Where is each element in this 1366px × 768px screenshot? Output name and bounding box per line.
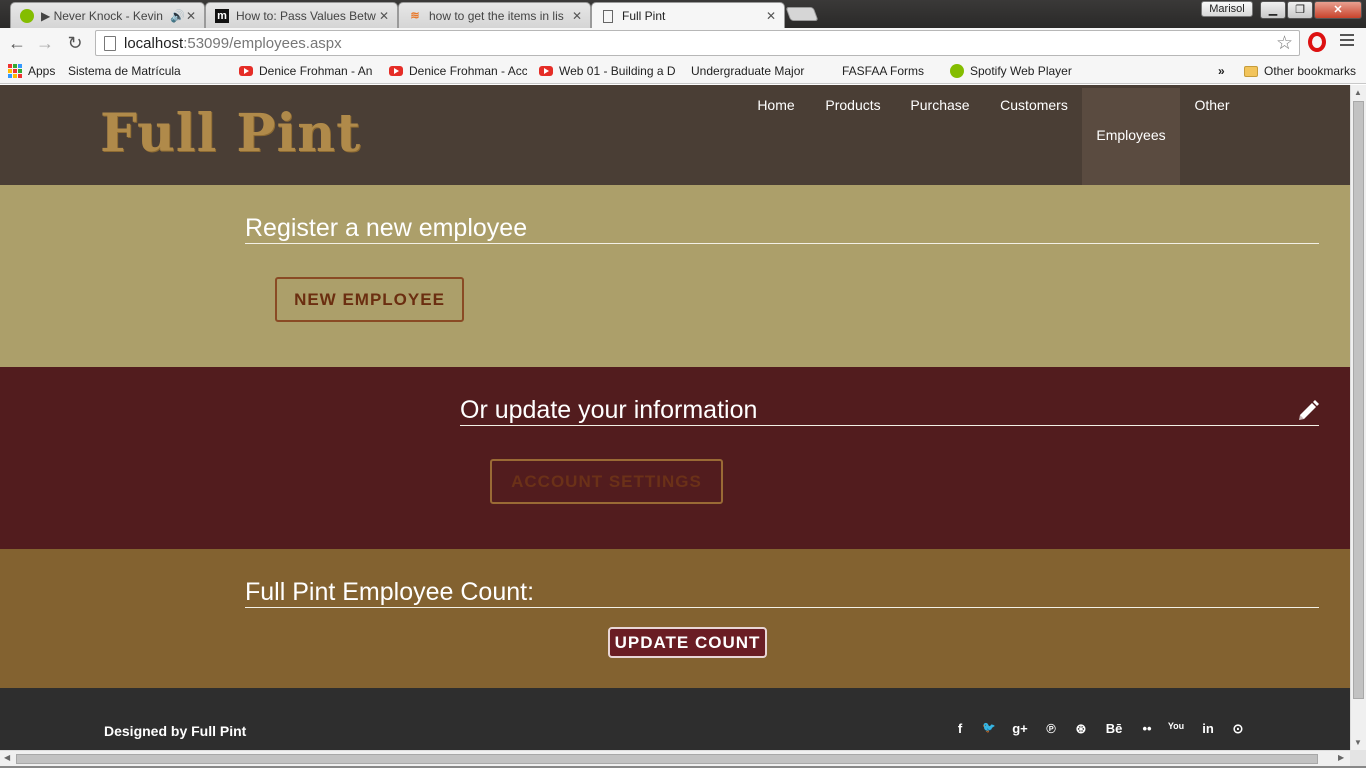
site-footer: Designed by Full Pint f 🐦 g+ ℗ ⊛ Bē •• Y…: [0, 688, 1350, 750]
youtube-icon: [239, 66, 253, 76]
scroll-left-icon[interactable]: ◀: [4, 753, 10, 762]
new-employee-button[interactable]: NEW EMPLOYEE: [275, 277, 464, 322]
scroll-thumb[interactable]: [1353, 101, 1364, 699]
tab-title: ▶ Never Knock - Kevin: [41, 8, 163, 23]
speaker-icon: 🔊: [170, 8, 185, 23]
scroll-right-icon[interactable]: ▶: [1338, 753, 1344, 762]
bookmark-apps[interactable]: Apps: [8, 62, 55, 80]
account-settings-button[interactable]: ACCOUNT SETTINGS: [490, 459, 723, 504]
bookmark-label: Spotify Web Player: [970, 64, 1072, 78]
page-viewport: Full Pint Home Products Purchase Custome…: [0, 85, 1350, 750]
bookmark-label: Undergraduate Major: [691, 64, 805, 78]
bookmark-fasfaa[interactable]: FASFAA Forms: [842, 62, 924, 80]
youtube-icon: [539, 66, 553, 76]
employee-count-section: Full Pint Employee Count: UPDATE COUNT: [0, 549, 1350, 688]
pinterest-icon[interactable]: ℗: [1041, 721, 1061, 736]
bookmark-label: Web 01 - Building a D: [559, 64, 676, 78]
bookmark-spotify[interactable]: Spotify Web Player: [950, 62, 1072, 80]
page-icon: [600, 8, 616, 24]
linkedin-icon[interactable]: in: [1198, 721, 1218, 736]
page-icon: [104, 35, 116, 51]
bookmark-denice-1[interactable]: Denice Frohman - An: [239, 62, 377, 80]
close-icon[interactable]: ✕: [184, 9, 198, 23]
register-title: Register a new employee: [245, 213, 1319, 244]
tab-get-items[interactable]: ≋ how to get the items in lis ✕: [398, 2, 591, 28]
tab-title: Full Pint: [622, 9, 666, 23]
nav-other[interactable]: Other: [1182, 85, 1242, 185]
tab-full-pint[interactable]: Full Pint ✕: [591, 2, 785, 29]
minimize-button[interactable]: ▁: [1260, 1, 1286, 19]
nav-employees[interactable]: Employees: [1082, 88, 1180, 185]
behance-icon[interactable]: Bē: [1104, 721, 1124, 736]
update-title: Or update your information: [460, 395, 1319, 426]
flickr-icon[interactable]: ••: [1137, 721, 1157, 736]
bookmark-undergraduate[interactable]: Undergraduate Major: [691, 62, 829, 80]
dribbble-icon[interactable]: ⊛: [1071, 721, 1091, 737]
github-icon[interactable]: ⊙: [1228, 721, 1248, 737]
bookmark-label: Apps: [28, 64, 56, 78]
bookmark-sistema[interactable]: Sistema de Matrícula: [68, 62, 181, 80]
opera-extension-icon[interactable]: [1308, 32, 1326, 52]
site-logo[interactable]: Full Pint: [100, 103, 361, 164]
close-icon[interactable]: ✕: [377, 9, 391, 23]
footer-credit: Designed by Full Pint: [104, 723, 247, 739]
spotify-icon: [950, 64, 964, 78]
bookmarks-overflow-button[interactable]: »: [1218, 62, 1225, 80]
bookmark-label: Denice Frohman - Acc: [409, 64, 527, 78]
bookmark-web01[interactable]: Web 01 - Building a D: [539, 62, 677, 80]
tab-title: how to get the items in lis: [429, 8, 564, 23]
vertical-scrollbar[interactable]: ▲ ▼: [1350, 85, 1366, 750]
facebook-icon[interactable]: f: [950, 721, 970, 736]
profile-button[interactable]: Marisol: [1201, 1, 1253, 17]
folder-icon: [1244, 65, 1258, 77]
url-host: localhost: [124, 34, 184, 52]
bookmark-label: FASFAA Forms: [842, 64, 925, 78]
nav-home[interactable]: Home: [742, 85, 810, 185]
bookmark-denice-2[interactable]: Denice Frohman - Acc: [389, 62, 527, 80]
tab-pass-values[interactable]: m How to: Pass Values Betw ✕: [205, 2, 398, 28]
scroll-thumb[interactable]: [16, 754, 1318, 764]
scroll-down-icon[interactable]: ▼: [1354, 738, 1362, 747]
maximize-button[interactable]: ❐: [1287, 1, 1313, 19]
tab-never-knock[interactable]: ▶ Never Knock - Kevin 🔊 ✕: [10, 2, 205, 28]
nav-purchase[interactable]: Purchase: [900, 85, 980, 185]
bookmark-star-icon[interactable]: ☆: [1276, 32, 1293, 55]
close-icon[interactable]: ✕: [570, 9, 584, 23]
browser-toolbar: ← → ↻ localhost:53099/employees.aspx ☆: [0, 28, 1366, 58]
tab-title: How to: Pass Values Betw: [236, 8, 376, 23]
back-button[interactable]: ←: [6, 32, 28, 54]
browser-titlebar: ▶ Never Knock - Kevin 🔊 ✕ m How to: Pass…: [0, 0, 1366, 29]
spotify-icon: [19, 8, 35, 24]
stackoverflow-icon: ≋: [410, 10, 420, 22]
count-title: Full Pint Employee Count:: [245, 577, 1319, 608]
new-tab-button[interactable]: [785, 7, 819, 21]
pencil-icon[interactable]: [1296, 399, 1320, 423]
update-count-button[interactable]: UPDATE COUNT: [608, 627, 767, 658]
close-icon[interactable]: ✕: [764, 9, 778, 23]
register-section: Register a new employee NEW EMPLOYEE: [0, 185, 1350, 367]
close-window-button[interactable]: ✕: [1314, 1, 1362, 19]
horizontal-scrollbar[interactable]: ◀ ▶: [0, 750, 1350, 766]
forward-button[interactable]: →: [34, 32, 56, 54]
bookmark-label: Denice Frohman - An: [259, 64, 373, 78]
scroll-up-icon[interactable]: ▲: [1354, 88, 1362, 97]
nav-customers[interactable]: Customers: [990, 85, 1078, 185]
twitter-icon[interactable]: 🐦: [979, 721, 999, 734]
url-path: :53099/employees.aspx: [183, 34, 342, 52]
bookmark-label: Sistema de Matrícula: [68, 64, 181, 78]
address-bar[interactable]: localhost:53099/employees.aspx ☆: [95, 30, 1300, 56]
m-icon: m: [214, 8, 230, 24]
site-header: Full Pint Home Products Purchase Custome…: [0, 85, 1350, 185]
youtube-icon: [389, 66, 403, 76]
google-plus-icon[interactable]: g+: [1010, 721, 1030, 736]
apps-grid-icon: [8, 64, 22, 78]
bookmarks-bar: Apps Sistema de Matrícula Denice Frohman…: [0, 58, 1366, 84]
youtube-icon[interactable]: You: [1166, 721, 1186, 731]
bookmark-label: Other bookmarks: [1264, 64, 1357, 78]
other-bookmarks[interactable]: Other bookmarks: [1244, 62, 1356, 80]
reload-button[interactable]: ↻: [64, 32, 86, 54]
update-section: Or update your information ACCOUNT SETTI…: [0, 367, 1350, 549]
menu-icon[interactable]: [1340, 34, 1354, 48]
nav-products[interactable]: Products: [814, 85, 892, 185]
